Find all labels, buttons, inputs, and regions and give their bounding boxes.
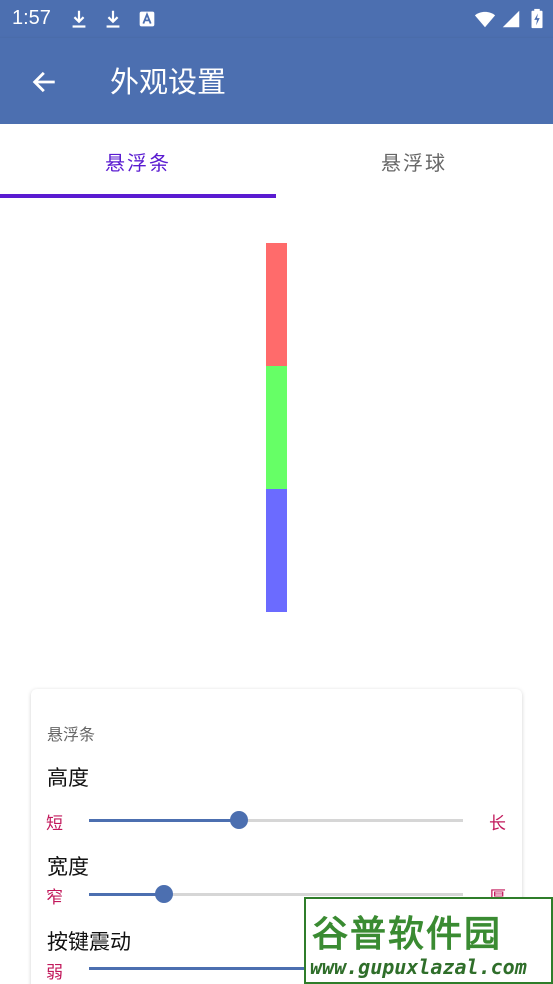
download-icon [72,10,86,28]
width-label: 宽度 [47,855,89,879]
wifi-icon [474,11,496,28]
preview-segment-bottom [266,489,287,612]
watermark-text: 谷普软件园 [312,914,503,955]
height-min-label: 短 [46,814,63,834]
tab-bar: 悬浮条 悬浮球 [0,124,553,198]
slider-fill [89,819,239,822]
back-button[interactable] [22,60,66,104]
height-max-label: 长 [489,814,506,834]
battery-charging-icon [531,8,543,29]
tab-floating-ball[interactable]: 悬浮球 [276,124,552,198]
preview-segment-middle [266,366,287,489]
slider-fill [89,893,164,896]
width-min-label: 窄 [46,888,63,908]
card-title: 悬浮条 [47,725,96,744]
slider-thumb[interactable] [154,885,173,903]
tab-indicator [0,194,276,198]
preview-segment-top [266,243,287,366]
download-icon [106,10,120,28]
slider-thumb[interactable] [229,811,248,829]
vibration-min-label: 弱 [46,963,63,983]
height-slider[interactable] [89,810,463,830]
slider-fill [89,967,314,970]
page-title: 外观设置 [110,65,227,99]
app-bar: 外观设置 [0,38,553,124]
watermark-logo: 谷普软件园 www.gupuxlazal.com [304,897,553,984]
status-bar: 1:57 [0,0,553,38]
arrow-left-icon [32,71,55,93]
vibration-label: 按键震动 [47,930,131,954]
watermark-url: www.gupuxlazal.com [310,955,527,979]
tab-floating-bar[interactable]: 悬浮条 [0,124,276,198]
height-label: 高度 [47,766,89,790]
text-a-icon [139,11,155,27]
status-time: 1:57 [12,7,51,29]
signal-icon [502,10,520,28]
